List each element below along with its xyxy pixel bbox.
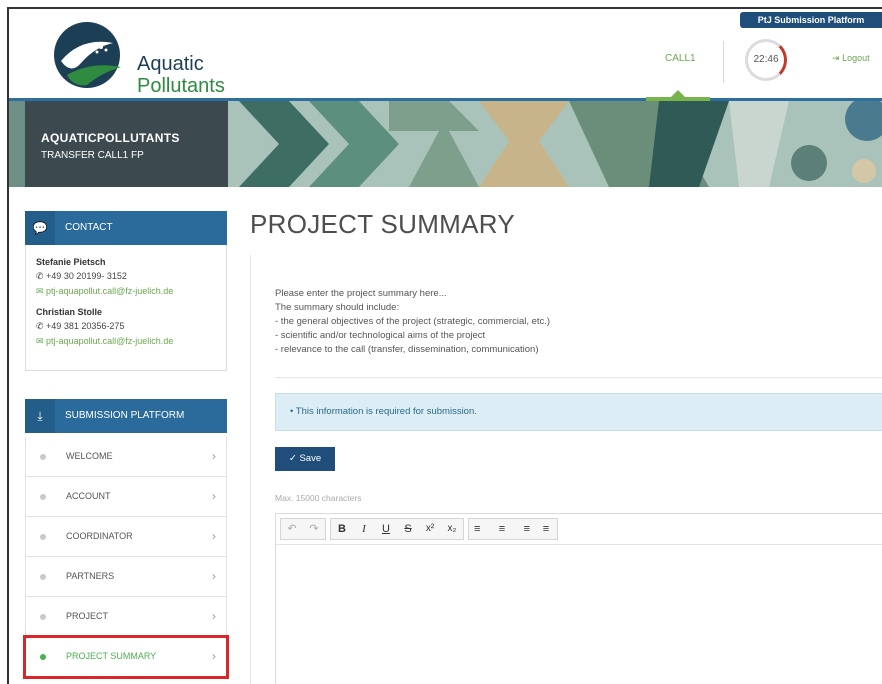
toolbar-divider — [276, 544, 882, 545]
chevron-right-icon: › — [212, 649, 216, 663]
contact-phone: ✆ +49 381 20356-275 — [36, 321, 216, 332]
sidebar-item-label: COORDINATOR — [66, 531, 133, 541]
phone-icon: ✆ — [36, 321, 47, 331]
align-right-icon[interactable]: ≡ — [513, 519, 535, 539]
sidebar-item-welcome[interactable]: WELCOME › — [25, 437, 227, 477]
chevron-right-icon: › — [212, 529, 216, 543]
sidebar-item-label: WELCOME — [66, 451, 113, 461]
submission-nav: WELCOME › ACCOUNT › COORDINATOR › PARTNE… — [23, 437, 229, 679]
app-window: Aquatic Pollutants PtJ Submission Platfo… — [7, 7, 882, 684]
mail-icon: ✉ — [36, 336, 47, 346]
contact-email-value: ptj-aquapollut.call@fz-juelich.de — [46, 286, 174, 296]
sidebar-item-project-summary[interactable]: PROJECT SUMMARY › — [23, 635, 229, 679]
editor-toolbar: ↶ ↷ B I U S x² x₂ ≡ ≡ ≡ ≡ — [280, 518, 558, 540]
instruction-line: The summary should include: — [275, 302, 400, 313]
sidebar-item-label: PARTNERS — [66, 571, 115, 581]
banner-title: AQUATICPOLLUTANTS — [41, 131, 180, 145]
contact-panel: Stefanie Pietsch ✆ +49 30 20199- 3152 ✉ … — [25, 245, 227, 371]
history-group: ↶ ↷ — [280, 518, 326, 540]
summary-form: Please enter the project summary here...… — [250, 255, 882, 684]
redo-icon[interactable]: ↷ — [303, 519, 325, 539]
status-dot — [40, 534, 46, 540]
chevron-right-icon: › — [212, 489, 216, 503]
logout-link[interactable]: ⇥ Logout — [832, 53, 870, 64]
strikethrough-icon[interactable]: S — [397, 519, 419, 539]
underline-icon[interactable]: U — [375, 519, 397, 539]
superscript-icon[interactable]: x² — [419, 519, 441, 539]
phone-icon: ✆ — [36, 271, 47, 281]
instruction-line: Please enter the project summary here... — [275, 288, 447, 299]
align-center-icon[interactable]: ≡ — [491, 519, 513, 539]
required-info-alert: • This information is required for submi… — [275, 393, 882, 431]
status-dot — [40, 494, 46, 500]
sidebar-item-coordinator[interactable]: COORDINATOR › — [25, 517, 227, 557]
status-dot — [40, 574, 46, 580]
session-timer: 22:46 — [745, 39, 787, 81]
instructions-text: Please enter the project summary here...… — [275, 287, 550, 357]
sidebar-item-project[interactable]: PROJECT › — [25, 597, 227, 637]
logout-icon: ⇥ — [832, 53, 840, 63]
logo-text-pollutants: Pollutants — [137, 75, 225, 97]
sidebar-item-partners[interactable]: PARTNERS › — [25, 557, 227, 597]
status-dot — [40, 614, 46, 620]
logo-emblem-icon — [54, 22, 121, 88]
banner-title-block: AQUATICPOLLUTANTS TRANSFER CALL1 FP — [25, 101, 228, 187]
download-icon: ⤓ — [25, 399, 55, 433]
align-left-icon[interactable]: ≡ — [469, 519, 491, 539]
sidebar-item-label: ACCOUNT — [66, 491, 111, 501]
divider — [275, 377, 882, 378]
subscript-icon[interactable]: x₂ — [441, 519, 463, 539]
platform-badge: PtJ Submission Platform — [740, 12, 882, 28]
active-tab-caret-icon — [671, 90, 685, 97]
banner-subtitle: TRANSFER CALL1 FP — [41, 150, 144, 161]
bold-icon[interactable]: B — [331, 519, 353, 539]
contact-email-value: ptj-aquapollut.call@fz-juelich.de — [46, 336, 174, 346]
chevron-right-icon: › — [212, 569, 216, 583]
undo-icon[interactable]: ↶ — [281, 519, 303, 539]
tab-call1[interactable]: CALL1 — [665, 53, 696, 64]
chat-icon: 💬 — [25, 211, 55, 245]
mail-icon: ✉ — [36, 286, 47, 296]
chevron-right-icon: › — [212, 609, 216, 623]
status-dot — [40, 454, 46, 460]
contact-phone-value: +49 381 20356-275 — [46, 321, 125, 331]
page-title: PROJECT SUMMARY — [250, 209, 516, 239]
aquatic-pollutants-logo[interactable]: Aquatic Pollutants — [51, 17, 225, 97]
contact-heading: CONTACT — [65, 222, 113, 233]
contact-name: Christian Stolle — [36, 307, 103, 317]
italic-icon[interactable]: I — [353, 519, 375, 539]
sidebar-item-account[interactable]: ACCOUNT › — [25, 477, 227, 517]
contact-panel-header: 💬 CONTACT — [25, 211, 227, 245]
status-dot — [40, 654, 46, 660]
contact-name: Stefanie Pietsch — [36, 257, 106, 267]
instruction-line: - the general objectives of the project … — [275, 316, 551, 327]
summary-editor[interactable]: ↶ ↷ B I U S x² x₂ ≡ ≡ ≡ ≡ — [275, 513, 882, 684]
contact-email-link[interactable]: ✉ ptj-aquapollut.call@fz-juelich.de — [36, 286, 216, 297]
contact-phone: ✆ +49 30 20199- 3152 — [36, 271, 216, 282]
logo-text-aquatic: Aquatic — [137, 53, 204, 75]
justify-icon[interactable]: ≡ — [535, 519, 557, 539]
logout-label: Logout — [842, 53, 870, 63]
align-group: ≡ ≡ ≡ ≡ — [468, 518, 558, 540]
contact-email-link[interactable]: ✉ ptj-aquapollut.call@fz-juelich.de — [36, 336, 216, 347]
sidebar-item-label: PROJECT — [66, 611, 109, 621]
instruction-line: - scientific and/or technological aims o… — [275, 330, 486, 341]
sidebar-item-label: PROJECT SUMMARY — [66, 651, 157, 661]
submission-heading: SUBMISSION PLATFORM — [65, 410, 185, 421]
chevron-right-icon: › — [212, 449, 216, 463]
save-button[interactable]: ✓ Save — [275, 447, 335, 471]
format-group: B I U S x² x₂ — [330, 518, 464, 540]
header-divider — [723, 41, 724, 83]
top-header: Aquatic Pollutants PtJ Submission Platfo… — [9, 9, 882, 101]
max-chars-hint: Max. 15000 characters — [275, 493, 362, 503]
instruction-line: - relevance to the call (transfer, disse… — [275, 344, 539, 355]
contact-phone-value: +49 30 20199- 3152 — [46, 271, 127, 281]
submission-panel-header: ⤓ SUBMISSION PLATFORM — [25, 399, 227, 433]
hero-banner: AQUATICPOLLUTANTS TRANSFER CALL1 FP — [9, 101, 882, 187]
